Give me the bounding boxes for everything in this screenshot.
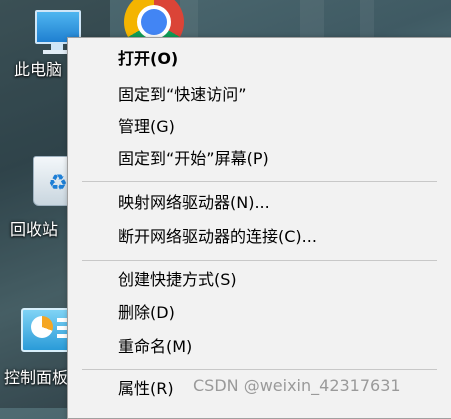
menu-item-pin-to-start[interactable]: 固定到“开始”屏幕(P) [68, 144, 451, 174]
menu-separator [82, 369, 437, 370]
menu-separator [82, 181, 437, 182]
menu-item-create-shortcut[interactable]: 创建快捷方式(S) [68, 265, 451, 295]
menu-item-disconnect-network-drive[interactable]: 断开网络驱动器的连接(C)... [68, 222, 451, 252]
wallpaper-shape [360, 0, 374, 40]
menu-item-pin-quick-access[interactable]: 固定到“快速访问” [68, 80, 451, 110]
watermark: CSDN @weixin_42317631 [193, 376, 401, 395]
wallpaper-shape [300, 0, 324, 40]
menu-item-map-network-drive[interactable]: 映射网络驱动器(N)... [68, 188, 451, 218]
menu-item-open[interactable]: 打开(O) [68, 44, 451, 74]
menu-item-manage[interactable]: 管理(G) [68, 112, 451, 142]
menu-item-rename[interactable]: 重命名(M) [68, 332, 451, 362]
context-menu: 打开(O) 固定到“快速访问” 管理(G) 固定到“开始”屏幕(P) 映射网络驱… [67, 37, 451, 419]
menu-item-delete[interactable]: 删除(D) [68, 298, 451, 328]
menu-separator [82, 260, 437, 261]
control-panel-icon [17, 300, 75, 368]
